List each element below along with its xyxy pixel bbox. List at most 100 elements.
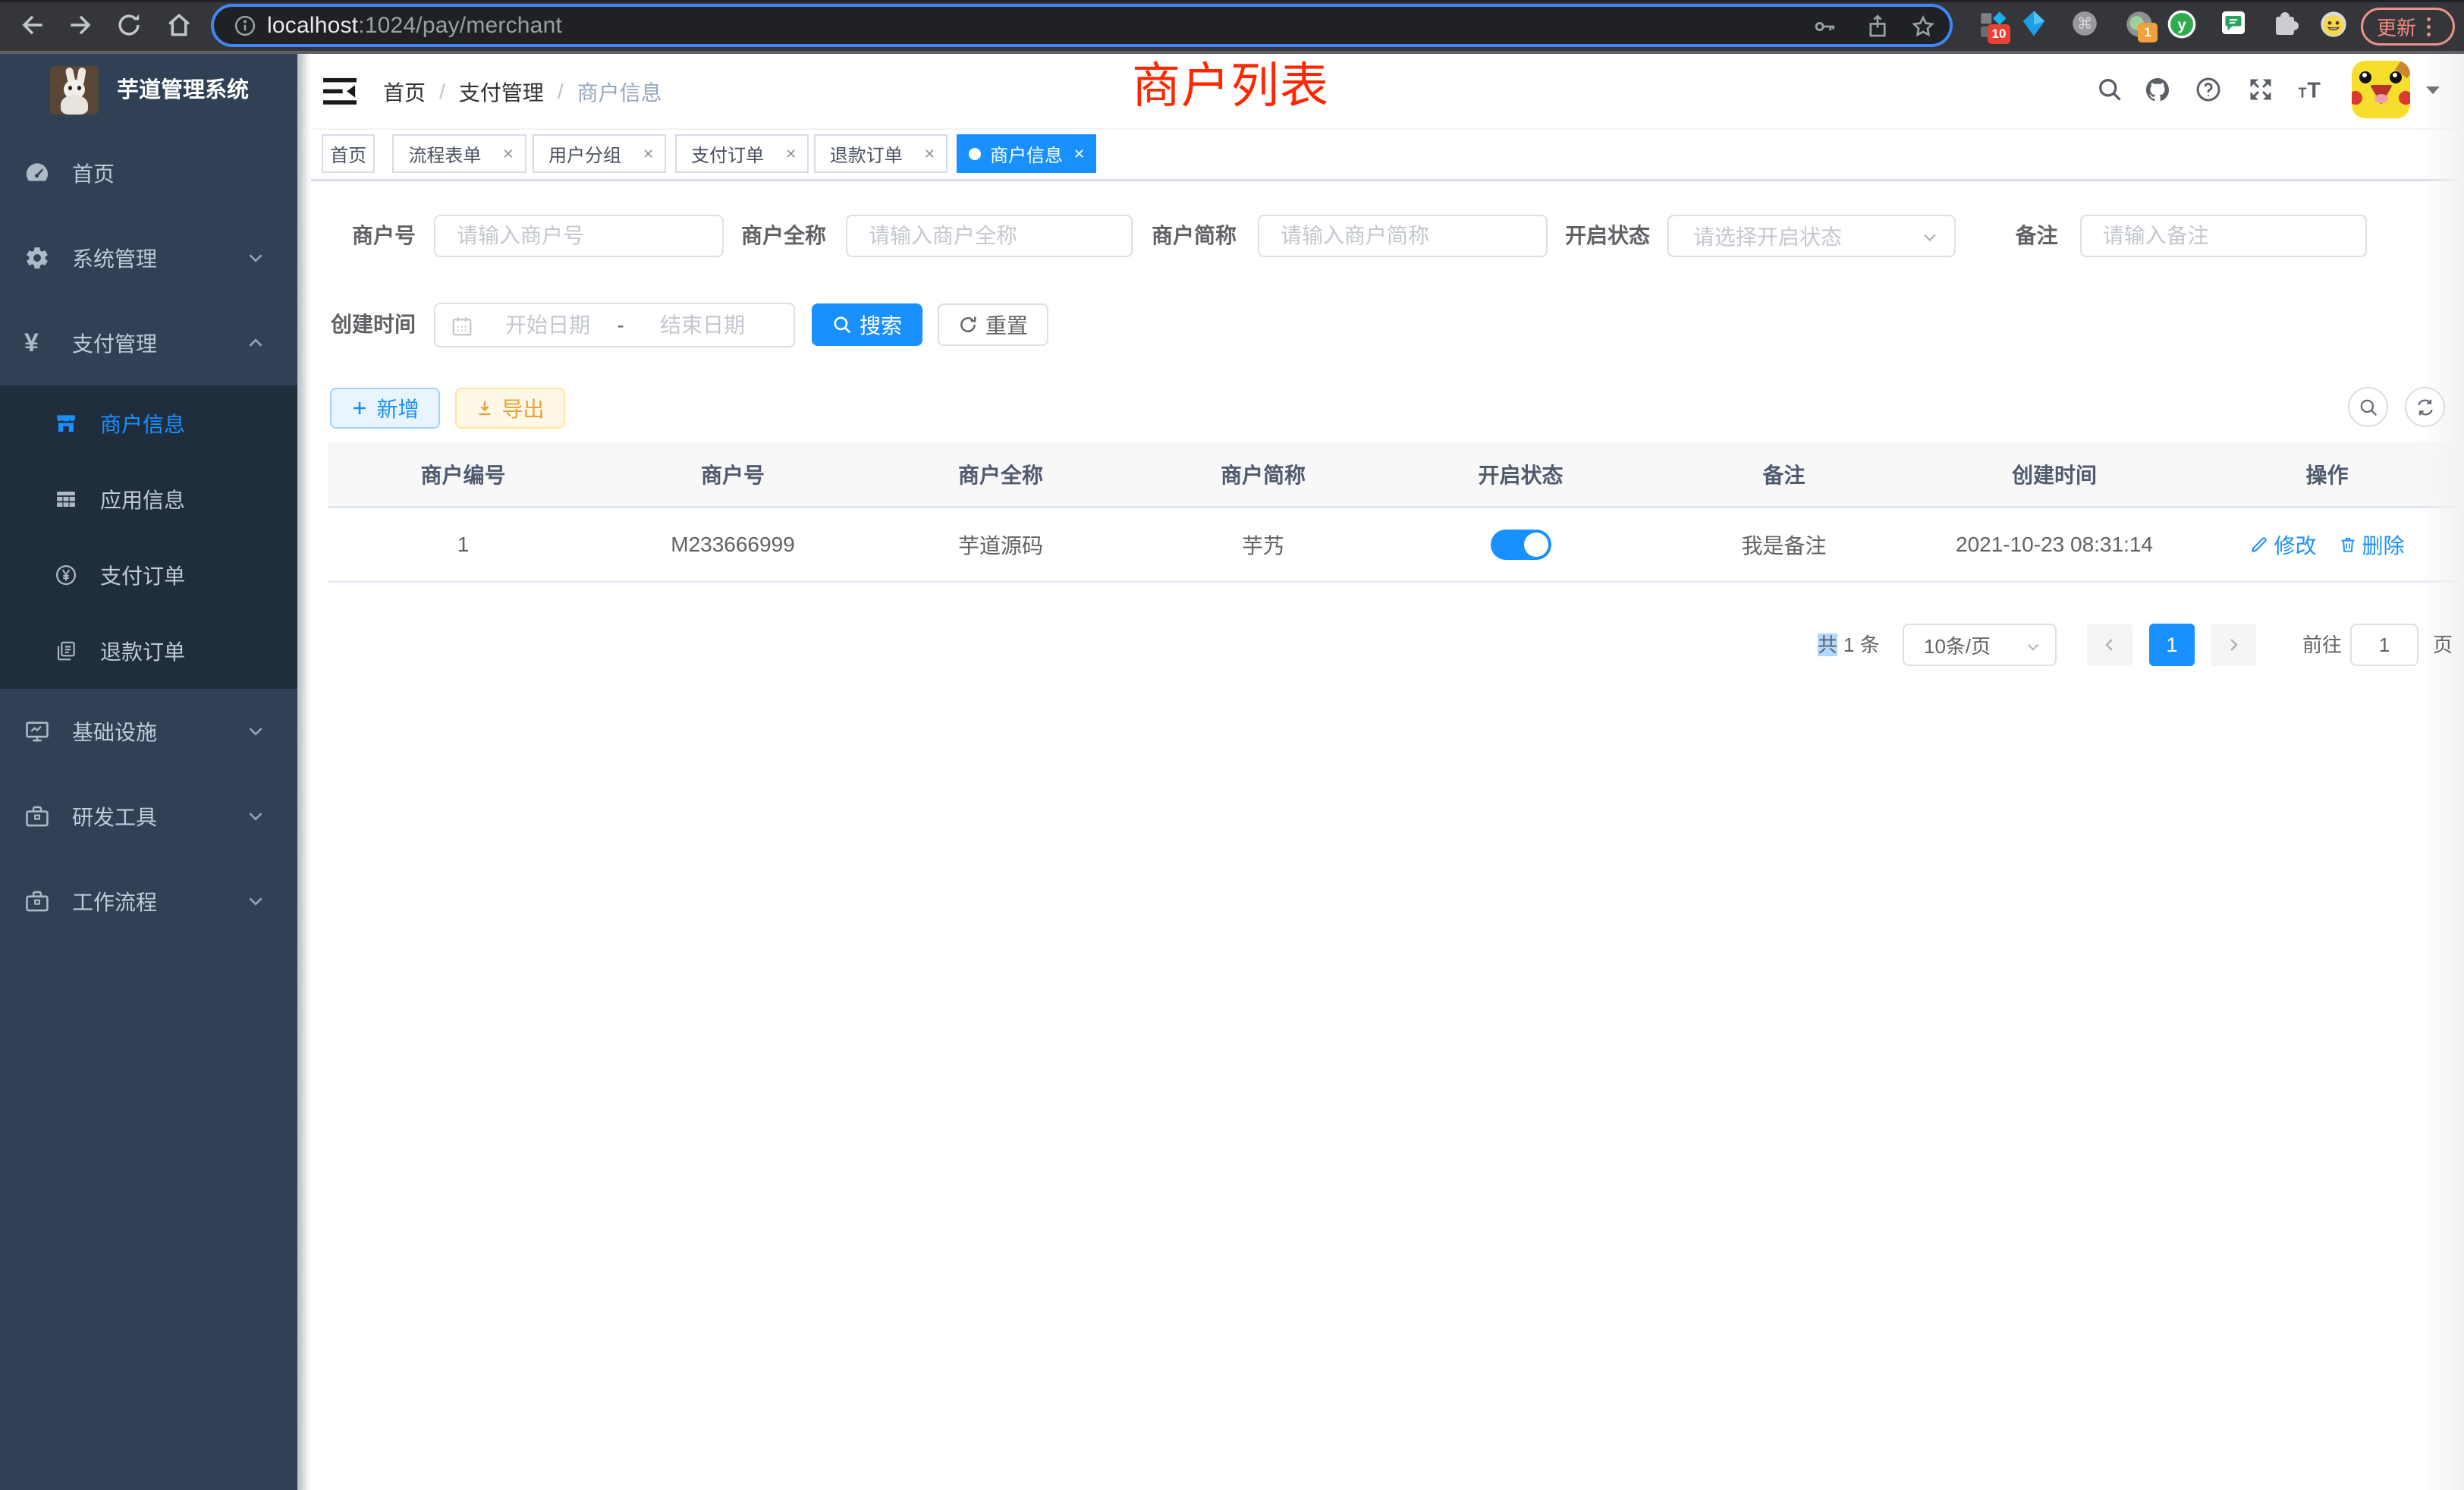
col-merchant-id: 商户编号 — [328, 459, 599, 489]
emoji-avatar-icon[interactable] — [2318, 9, 2349, 39]
url-bar[interactable]: localhost:1024/pay/merchant — [211, 4, 1953, 47]
start-date-placeholder: 开始日期 — [505, 304, 590, 346]
breadcrumb-home[interactable]: 首页 — [383, 77, 426, 107]
close-icon[interactable]: ✕ — [643, 147, 654, 161]
status-toggle[interactable] — [1491, 530, 1551, 560]
show-search-toggle-button[interactable] — [2348, 387, 2388, 427]
page: localhost:1024/pay/merchant 10 ⌘ 1 y 更新 — [0, 0, 2464, 1490]
tab-home[interactable]: 首页 — [322, 134, 375, 173]
pagination-total: 共1 条 — [1818, 624, 1880, 666]
cell-full-name: 芋道源码 — [867, 530, 1134, 560]
sidebar-item-merchant-info[interactable]: 商户信息 — [0, 385, 297, 461]
close-icon[interactable]: ✕ — [1073, 147, 1085, 161]
gear-icon — [24, 245, 50, 271]
range-separator: - — [605, 304, 636, 346]
chat-extension-icon[interactable] — [2220, 9, 2247, 38]
help-icon[interactable] — [2195, 76, 2222, 103]
add-button[interactable]: 新增 — [330, 388, 440, 429]
sidebar-item-label: 研发工具 — [72, 801, 157, 831]
command-extension-icon[interactable]: ⌘ — [2070, 9, 2099, 38]
tab-pay-order[interactable]: 支付订单 ✕ — [675, 134, 809, 173]
chevron-down-icon — [246, 806, 266, 826]
sidebar-item-pay-order[interactable]: 支付订单 — [0, 537, 297, 613]
chevron-up-icon — [246, 333, 266, 353]
sidebar-item-infrastructure[interactable]: 基础设施 — [0, 689, 297, 774]
reset-button[interactable]: 重置 — [938, 303, 1048, 346]
browser-menu-icon[interactable] — [2427, 17, 2431, 36]
sidebar-item-workflow[interactable]: 工作流程 — [0, 859, 297, 944]
close-icon[interactable]: ✕ — [924, 147, 935, 161]
share-icon[interactable] — [1865, 14, 1890, 39]
sidebar-item-label: 工作流程 — [72, 886, 157, 916]
tab-label: 支付订单 — [691, 140, 764, 167]
back-icon[interactable] — [18, 11, 47, 39]
browser-update-button[interactable]: 更新 — [2361, 8, 2455, 46]
font-size-icon[interactable]: TT — [2297, 76, 2324, 103]
next-page-button[interactable] — [2211, 624, 2256, 666]
remark-input[interactable] — [2080, 215, 2367, 257]
sidebar-item-home[interactable]: 首页 — [0, 130, 297, 215]
cell-remark: 我是备注 — [1649, 530, 1919, 560]
cell-merchant-id: 1 — [328, 533, 599, 557]
avatar[interactable] — [2352, 61, 2410, 118]
forward-icon[interactable] — [66, 11, 95, 39]
status-select-placeholder: 请选择开启状态 — [1693, 221, 1842, 251]
status-select[interactable]: 请选择开启状态 — [1667, 215, 1956, 257]
bookmark-star-icon[interactable] — [1910, 14, 1936, 39]
close-icon[interactable]: ✕ — [785, 147, 797, 161]
goto-page-input[interactable] — [2350, 624, 2418, 666]
y-extension-icon[interactable]: y — [2167, 9, 2197, 39]
add-button-label: 新增 — [376, 393, 419, 423]
kite-extension-icon[interactable] — [2019, 9, 2048, 41]
cell-short-name: 芋艿 — [1134, 530, 1392, 560]
browser-chrome: localhost:1024/pay/merchant 10 ⌘ 1 y 更新 — [0, 0, 2464, 54]
cell-operations: 修改 删除 — [2190, 530, 2464, 560]
prev-page-button[interactable] — [2087, 624, 2132, 666]
tab-refund-order[interactable]: 退款订单✕ — [814, 134, 948, 173]
create-time-range-picker[interactable]: 开始日期 - 结束日期 — [434, 303, 795, 347]
fullscreen-icon[interactable] — [2247, 76, 2274, 103]
page-size-select[interactable]: 10条/页 — [1903, 624, 2057, 666]
delete-link[interactable]: 删除 — [2338, 530, 2405, 560]
puzzle-extensions-icon[interactable] — [2271, 9, 2300, 38]
documents-icon — [55, 640, 77, 662]
sidebar-item-system[interactable]: 系统管理 — [0, 215, 297, 300]
url-text: localhost:1024/pay/merchant — [267, 13, 562, 39]
sidebar-item-dev-tools[interactable]: 研发工具 — [0, 774, 297, 859]
tab-merchant-info[interactable]: 商户信息 ✕ — [957, 134, 1096, 173]
sidebar-logo[interactable]: 芋道管理系统 — [0, 66, 297, 115]
tab-label: 流程表单 — [408, 140, 481, 167]
github-icon[interactable] — [2144, 76, 2171, 103]
caret-down-icon[interactable] — [2426, 86, 2440, 94]
tab-label: 商户信息 — [990, 140, 1063, 167]
merchant-short-name-input[interactable] — [1258, 215, 1548, 257]
export-button[interactable]: 导出 — [455, 388, 565, 429]
sidebar-item-payment[interactable]: ¥ 支付管理 — [0, 300, 297, 385]
tab-process-form[interactable]: 流程表单 ✕ — [392, 134, 526, 173]
merchant-no-input[interactable] — [434, 215, 724, 257]
reset-button-label: 重置 — [985, 310, 1028, 340]
close-icon[interactable]: ✕ — [502, 147, 514, 161]
store-icon — [55, 412, 77, 435]
notification-extension-icon[interactable]: 1 — [2124, 9, 2154, 39]
search-icon[interactable] — [2096, 76, 2123, 103]
site-info-icon[interactable] — [234, 14, 256, 37]
breadcrumb: 首页 / 支付管理 / 商户信息 — [383, 71, 662, 113]
search-button[interactable]: 搜索 — [812, 303, 922, 346]
refresh-button[interactable] — [2405, 387, 2445, 427]
home-icon[interactable] — [165, 11, 193, 39]
col-merchant-no: 商户号 — [599, 459, 867, 489]
dashboard-icon — [24, 160, 50, 186]
breadcrumb-payment[interactable]: 支付管理 — [459, 77, 544, 107]
password-key-icon[interactable] — [1812, 14, 1837, 39]
tab-user-group[interactable]: 用户分组✕ — [533, 134, 666, 173]
extension-grid-icon[interactable]: 10 — [1977, 9, 2009, 41]
sidebar-item-app-info[interactable]: 应用信息 — [0, 461, 297, 537]
current-page-button[interactable]: 1 — [2149, 624, 2195, 666]
edit-link[interactable]: 修改 — [2249, 530, 2316, 560]
merchant-full-name-input[interactable] — [846, 215, 1133, 257]
active-dot — [969, 148, 981, 160]
hamburger-icon[interactable] — [323, 77, 357, 105]
sidebar-item-refund-order[interactable]: 退款订单 — [0, 613, 297, 689]
reload-icon[interactable] — [115, 11, 143, 39]
